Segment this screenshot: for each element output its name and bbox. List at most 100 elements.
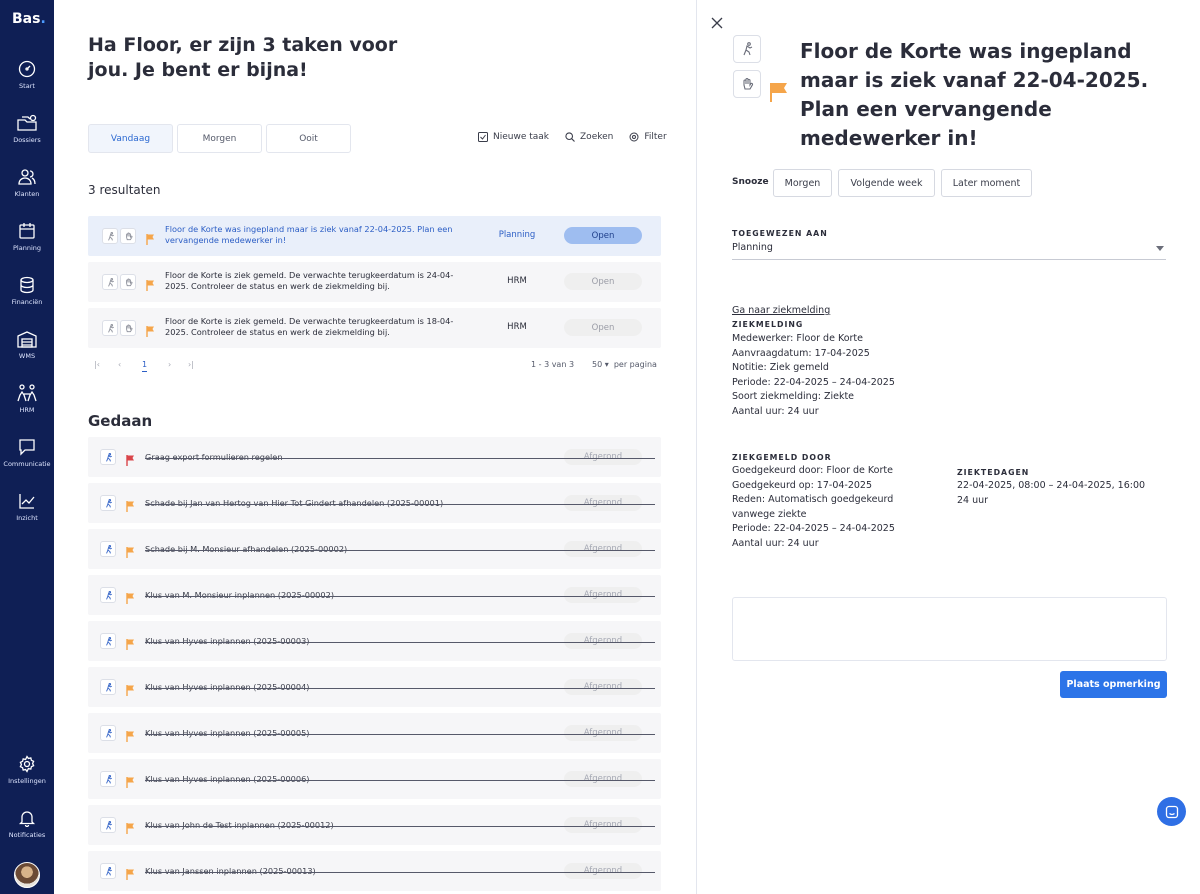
detail-line: Periode: 22-04-2025 – 24-04-2025 bbox=[732, 376, 895, 388]
calendar-icon bbox=[19, 223, 35, 239]
hand-icon[interactable] bbox=[733, 70, 761, 98]
sidebar-item-instellingen[interactable]: Instellingen bbox=[0, 755, 54, 785]
app-logo[interactable]: Bas. bbox=[12, 11, 46, 27]
results-count: 3 resultaten bbox=[88, 183, 161, 197]
sidebar-item-financien[interactable]: Financiën bbox=[0, 276, 54, 306]
sidebar-item-wms[interactable]: WMS bbox=[0, 330, 54, 360]
new-task-button[interactable]: Nieuwe taak bbox=[478, 132, 549, 142]
chat-icon bbox=[19, 439, 35, 456]
per-page-select[interactable]: 50 ▾ per pagina bbox=[592, 360, 657, 369]
sidebar-label: Start bbox=[19, 82, 35, 90]
status-badge: Afgerond bbox=[564, 725, 642, 741]
strikethrough-line bbox=[145, 688, 655, 689]
run-icon[interactable] bbox=[100, 771, 116, 787]
hand-icon[interactable] bbox=[120, 274, 136, 290]
done-task-row[interactable]: Klus van John de Test inplannen (2025-00… bbox=[88, 805, 661, 845]
prev-page-icon[interactable]: ‹ bbox=[118, 360, 121, 369]
tab-morgen[interactable]: Morgen bbox=[177, 124, 262, 153]
run-icon[interactable] bbox=[100, 495, 116, 511]
coins-icon bbox=[20, 276, 34, 294]
status-badge: Afgerond bbox=[564, 587, 642, 603]
task-description: Klus van Hyves inplannen (2025-00004) bbox=[145, 682, 310, 692]
run-icon[interactable] bbox=[100, 679, 116, 695]
run-icon[interactable] bbox=[100, 587, 116, 603]
flag-icon bbox=[126, 727, 135, 746]
status-badge: Afgerond bbox=[564, 679, 642, 695]
next-page-icon[interactable]: › bbox=[168, 360, 171, 369]
status-badge[interactable]: Open bbox=[564, 227, 642, 244]
sidebar-item-planning[interactable]: Planning bbox=[0, 222, 54, 252]
sidebar-label: Inzicht bbox=[16, 514, 38, 522]
page-range: 1 - 3 van 3 bbox=[531, 360, 575, 369]
sidebar-label: Planning bbox=[13, 244, 41, 252]
comment-input[interactable] bbox=[732, 597, 1167, 661]
snooze-later-moment-button[interactable]: Later moment bbox=[941, 169, 1032, 197]
done-task-row[interactable]: Klus van Hyves inplannen (2025-00005) Afg… bbox=[88, 713, 661, 753]
done-task-row[interactable]: Schade bij M. Monsieur afhandelen (2025-… bbox=[88, 529, 661, 569]
status-badge[interactable]: Open bbox=[564, 319, 642, 336]
gear-icon bbox=[629, 132, 639, 142]
close-icon[interactable] bbox=[711, 14, 723, 33]
tab-vandaag[interactable]: Vandaag bbox=[88, 124, 173, 153]
goto-ziekmelding-link[interactable]: Ga naar ziekmelding bbox=[732, 305, 830, 316]
task-row[interactable]: Floor de Korte is ziek gemeld. De verwac… bbox=[88, 308, 661, 348]
sidebar-label: WMS bbox=[18, 352, 36, 360]
run-icon[interactable] bbox=[102, 274, 118, 290]
hand-icon[interactable] bbox=[120, 228, 136, 244]
assigned-select[interactable]: Planning bbox=[732, 242, 1166, 260]
sidebar-label: Financiën bbox=[11, 298, 43, 306]
strikethrough-line bbox=[145, 550, 655, 551]
task-row[interactable]: Floor de Korte was ingepland maar is zie… bbox=[88, 216, 661, 256]
done-task-row[interactable]: Klus van Hyves inplannen (2025-00004) Afg… bbox=[88, 667, 661, 707]
place-comment-button[interactable]: Plaats opmerking bbox=[1060, 671, 1167, 698]
done-task-row[interactable]: Klus van Janssen inplannen (2025-00013) A… bbox=[88, 851, 661, 891]
tab-ooit[interactable]: Ooit bbox=[266, 124, 351, 153]
done-task-row[interactable]: Graag export formulieren regelen Afgerond bbox=[88, 437, 661, 477]
hand-icon[interactable] bbox=[120, 320, 136, 336]
assigned-value: Planning bbox=[732, 242, 773, 253]
filter-button[interactable]: Filter bbox=[629, 132, 667, 142]
last-page-icon[interactable]: ›| bbox=[188, 360, 194, 369]
strikethrough-line bbox=[145, 642, 655, 643]
sidebar-item-notificaties[interactable]: Notificaties bbox=[0, 809, 54, 839]
task-description: Klus van John de Test inplannen (2025-00… bbox=[145, 820, 334, 830]
ziekgemeld-label: ZIEKGEMELD DOOR bbox=[732, 453, 832, 462]
run-icon[interactable] bbox=[100, 449, 116, 465]
sidebar-item-inzicht[interactable]: Inzicht bbox=[0, 492, 54, 522]
sidebar-item-hrm[interactable]: HRM bbox=[0, 384, 54, 414]
sidebar-item-start[interactable]: Start bbox=[0, 60, 54, 90]
run-icon[interactable] bbox=[100, 633, 116, 649]
run-icon[interactable] bbox=[102, 320, 118, 336]
run-icon[interactable] bbox=[100, 863, 116, 879]
run-icon[interactable] bbox=[733, 35, 761, 63]
detail-line: Periode: 22-04-2025 – 24-04-2025 bbox=[732, 523, 895, 535]
run-icon[interactable] bbox=[100, 725, 116, 741]
sidebar-item-klanten[interactable]: Klanten bbox=[0, 168, 54, 198]
run-icon[interactable] bbox=[102, 228, 118, 244]
snooze-volgende-week-button[interactable]: Volgende week bbox=[838, 169, 935, 197]
flag-icon bbox=[126, 635, 135, 654]
detail-line: Goedgekeurd door: Floor de Korte bbox=[732, 465, 893, 476]
done-task-row[interactable]: Klus van M. Monsieur inplannen (2025-000… bbox=[88, 575, 661, 615]
page-number[interactable]: 1 bbox=[142, 360, 148, 372]
flag-icon bbox=[126, 819, 135, 838]
avatar[interactable] bbox=[14, 862, 40, 888]
search-button[interactable]: Zoeken bbox=[565, 132, 613, 142]
done-task-row[interactable]: Klus van Hyves inplannen (2025-00006) Afg… bbox=[88, 759, 661, 799]
first-page-icon[interactable]: |‹ bbox=[94, 360, 100, 369]
support-chat-button[interactable] bbox=[1157, 797, 1186, 826]
row-actions bbox=[102, 274, 136, 290]
status-badge[interactable]: Open bbox=[564, 273, 642, 290]
snooze-morgen-button[interactable]: Morgen bbox=[773, 169, 832, 197]
run-icon[interactable] bbox=[100, 541, 116, 557]
row-actions bbox=[102, 320, 136, 336]
task-row[interactable]: Floor de Korte is ziek gemeld. De verwac… bbox=[88, 262, 661, 302]
run-icon[interactable] bbox=[100, 817, 116, 833]
sidebar-item-communicatie[interactable]: Communicatie bbox=[0, 438, 54, 468]
search-label: Zoeken bbox=[580, 132, 614, 142]
done-task-row[interactable]: Schade bij Jan van Hertog van Hier Tot G… bbox=[88, 483, 661, 523]
sidebar-item-dossiers[interactable]: Dossiers bbox=[0, 114, 54, 144]
task-department: HRM bbox=[507, 322, 527, 332]
task-description: Klus van Hyves inplannen (2025-00006) bbox=[145, 774, 310, 784]
done-task-row[interactable]: Klus van Hyves inplannen (2025-00003) Afg… bbox=[88, 621, 661, 661]
